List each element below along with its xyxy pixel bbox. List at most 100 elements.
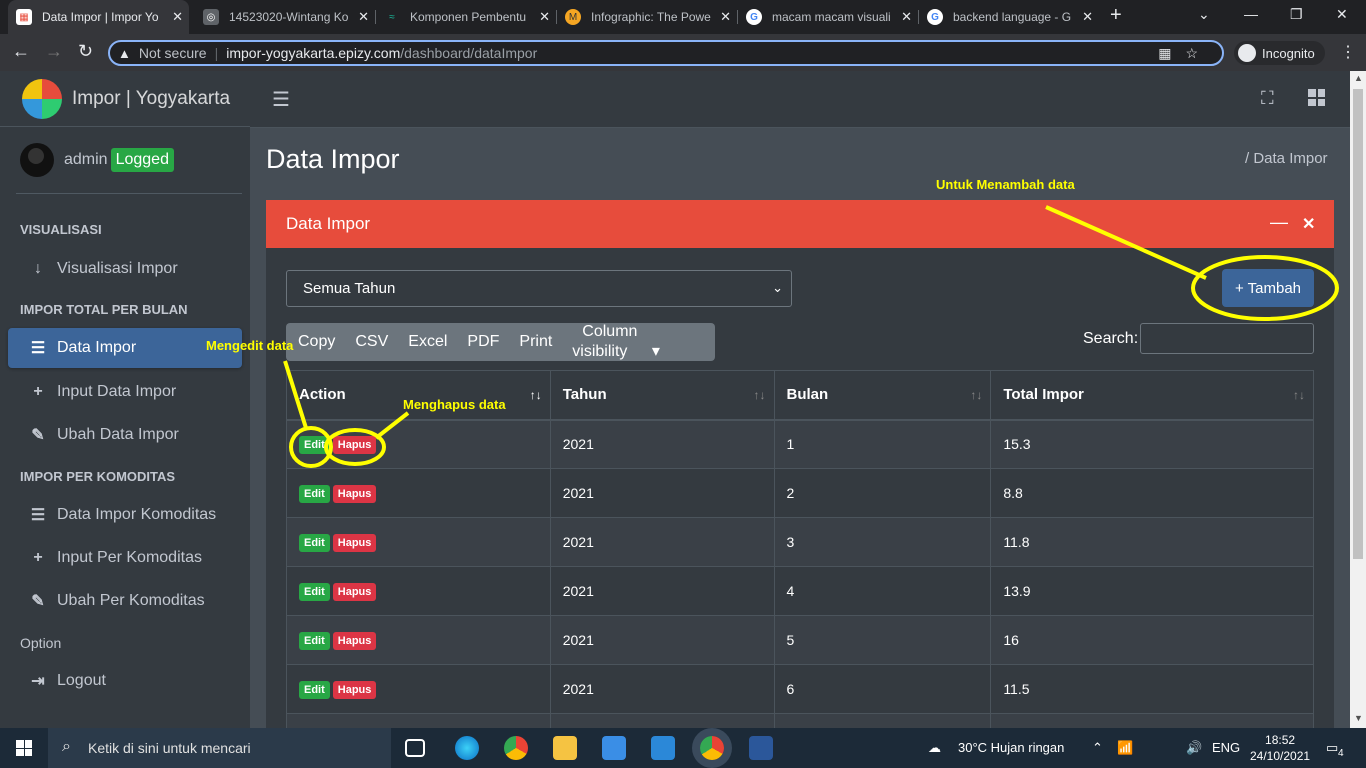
sidebar-item-ubah-data-impor[interactable]: ✎ Ubah Data Impor xyxy=(8,415,242,455)
scrollbar-thumb[interactable] xyxy=(1353,89,1363,559)
notification-icon[interactable]: ▭ xyxy=(1326,740,1338,756)
table-header-row: Action ↑↓ Tahun ↑↓ Bulan ↑↓ Total Impor ↑↓ xyxy=(286,370,1314,421)
cell-total-impor: 8.8 xyxy=(990,468,1314,518)
close-window-icon[interactable]: ✕ xyxy=(1336,6,1348,23)
taskbar-search-box[interactable]: ⌕ Ketik di sini untuk mencari xyxy=(48,728,391,768)
close-icon[interactable]: ✕ xyxy=(1302,214,1315,234)
browser-tab[interactable]: G backend language - G ✕ xyxy=(919,0,1099,34)
page-scrollbar[interactable]: ▲ ▼ xyxy=(1350,71,1366,728)
windows-start-icon[interactable] xyxy=(16,740,32,756)
browser-tab[interactable]: ◎ 14523020-Wintang Ko ✕ xyxy=(195,0,375,34)
forward-icon[interactable]: → xyxy=(45,41,63,62)
tab-search-icon[interactable]: ⌄ xyxy=(1198,6,1210,23)
file-explorer-icon[interactable] xyxy=(553,736,577,760)
delete-button[interactable]: Hapus xyxy=(332,680,377,699)
copy-button[interactable]: Copy xyxy=(286,333,345,351)
edit-button[interactable]: Edit xyxy=(299,484,330,503)
weather-text[interactable]: 30°C Hujan ringan xyxy=(958,740,1064,755)
status-badge: Logged xyxy=(110,148,174,172)
sidebar-item-ubah-per-komoditas[interactable]: ✎ Ubah Per Komoditas xyxy=(8,581,242,621)
print-button[interactable]: Print xyxy=(509,333,562,351)
mail-icon[interactable] xyxy=(651,736,675,760)
table-row: Edit Hapus 2021 1 15.3 xyxy=(286,419,1314,469)
column-header-action[interactable]: Action ↑↓ xyxy=(286,370,551,421)
sidebar-item-input-data-impor[interactable]: + Input Data Impor xyxy=(8,372,242,412)
delete-button[interactable]: Hapus xyxy=(332,484,377,503)
scroll-down-icon[interactable]: ▼ xyxy=(1354,713,1363,723)
close-tab-icon[interactable]: ✕ xyxy=(172,9,183,25)
edit-button[interactable]: Edit xyxy=(299,631,330,650)
close-tab-icon[interactable]: ✕ xyxy=(358,9,369,25)
back-icon[interactable]: ← xyxy=(12,41,30,62)
close-tab-icon[interactable]: ✕ xyxy=(901,9,912,25)
delete-button[interactable]: Hapus xyxy=(332,435,377,454)
sidebar-item-visualisasi-impor[interactable]: ↓ Visualisasi Impor xyxy=(8,249,242,289)
action-cell: Edit Hapus xyxy=(286,615,551,665)
incognito-indicator[interactable]: Incognito xyxy=(1234,41,1325,65)
column-header-total-impor[interactable]: Total Impor ↑↓ xyxy=(990,370,1314,421)
sidebar-item-logout[interactable]: ⇥ Logout xyxy=(8,661,242,701)
table-row: Edit Hapus 2021 3 11.8 xyxy=(286,517,1314,567)
user-name[interactable]: admin xyxy=(64,151,108,169)
hamburger-menu-icon[interactable]: ☰ xyxy=(272,87,290,112)
action-cell: Edit Hapus xyxy=(286,664,551,714)
action-cell: Edit Hapus xyxy=(286,566,551,616)
new-tab-icon[interactable]: + xyxy=(1110,4,1122,27)
year-filter-select[interactable]: Semua Tahun ⌄ xyxy=(286,270,792,307)
close-tab-icon[interactable]: ✕ xyxy=(720,9,731,25)
store-icon[interactable] xyxy=(602,736,626,760)
column-header-bulan[interactable]: Bulan ↑↓ xyxy=(773,370,992,421)
bookmark-star-icon[interactable]: ▦☆ xyxy=(1158,45,1212,62)
close-tab-icon[interactable]: ✕ xyxy=(539,9,550,25)
edit-button[interactable]: Edit xyxy=(299,680,330,699)
volume-icon[interactable]: 🔊 xyxy=(1186,740,1202,756)
pdf-button[interactable]: PDF xyxy=(457,333,509,351)
browser-tab[interactable]: ▦ Data Impor | Impor Yo ✕ xyxy=(8,0,189,34)
brand-logo xyxy=(22,78,62,119)
excel-button[interactable]: Excel xyxy=(398,333,457,351)
address-bar[interactable]: ▲ Not secure | impor-yogyakarta.epizy.co… xyxy=(108,40,1224,66)
delete-button[interactable]: Hapus xyxy=(332,533,377,552)
browser-tab[interactable]: ≈ Komponen Pembentu ✕ xyxy=(376,0,556,34)
brand-link[interactable]: Impor | Yogyakarta xyxy=(0,71,250,127)
section-header-impor-total: IMPOR TOTAL PER BULAN xyxy=(20,302,188,317)
search-input[interactable] xyxy=(1140,323,1314,354)
browser-tab[interactable]: M Infographic: The Powe ✕ xyxy=(557,0,737,34)
column-visibility-button[interactable]: Column visibility ▾ xyxy=(562,323,715,361)
csv-button[interactable]: CSV xyxy=(345,333,398,351)
tray-chevron-icon[interactable]: ⌃ xyxy=(1092,740,1103,756)
close-tab-icon[interactable]: ✕ xyxy=(1082,9,1093,25)
cell-bulan: 3 xyxy=(773,517,992,567)
browser-menu-icon[interactable]: ⋮ xyxy=(1340,42,1356,62)
sidebar-item-data-impor-komoditas[interactable]: ☰ Data Impor Komoditas xyxy=(8,495,242,535)
sidebar-item-input-per-komoditas[interactable]: + Input Per Komoditas xyxy=(8,538,242,578)
incognito-icon xyxy=(1238,44,1256,62)
edge-icon[interactable] xyxy=(455,736,479,760)
chrome-active-icon[interactable] xyxy=(700,736,724,760)
task-view-icon[interactable] xyxy=(405,739,425,757)
browser-tab[interactable]: G macam macam visuali ✕ xyxy=(738,0,918,34)
reload-icon[interactable]: ↻ xyxy=(78,41,93,62)
avatar xyxy=(20,143,54,177)
edit-button[interactable]: Edit xyxy=(299,533,330,552)
word-icon[interactable] xyxy=(749,736,773,760)
restore-icon[interactable]: ❐ xyxy=(1290,6,1303,23)
system-clock[interactable]: 18:52 24/10/2021 xyxy=(1250,732,1310,764)
language-indicator[interactable]: ENG xyxy=(1212,740,1240,755)
edit-icon: ✎ xyxy=(31,593,45,610)
collapse-icon[interactable]: — xyxy=(1270,212,1288,233)
minimize-icon[interactable]: — xyxy=(1244,6,1258,22)
edit-button[interactable]: Edit xyxy=(299,582,330,601)
column-header-tahun[interactable]: Tahun ↑↓ xyxy=(549,370,775,421)
edit-button[interactable]: Edit xyxy=(299,435,330,454)
cell-total-impor: 16 xyxy=(990,615,1314,665)
delete-button[interactable]: Hapus xyxy=(332,582,377,601)
action-cell: Edit Hapus xyxy=(286,468,551,518)
scroll-up-icon[interactable]: ▲ xyxy=(1354,73,1363,83)
chrome-icon[interactable] xyxy=(504,736,528,760)
add-button[interactable]: + Tambah xyxy=(1222,269,1314,307)
delete-button[interactable]: Hapus xyxy=(332,631,377,650)
network-icon[interactable]: 📶 xyxy=(1117,740,1133,756)
fullscreen-icon[interactable]: ⛶ xyxy=(1261,88,1274,109)
control-sidebar-icon[interactable] xyxy=(1308,89,1325,106)
